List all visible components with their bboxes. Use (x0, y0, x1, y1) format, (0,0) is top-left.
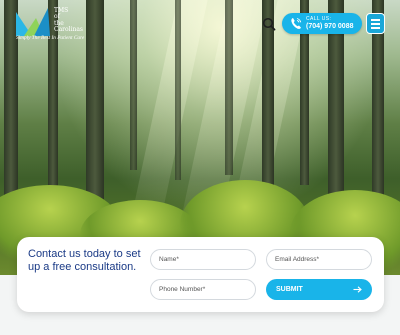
phone-icon (291, 18, 302, 29)
menu-bar (371, 27, 380, 29)
tree-trunk (225, 0, 233, 175)
hamburger-menu-icon[interactable] (366, 13, 385, 34)
email-field[interactable] (266, 249, 372, 270)
search-icon[interactable] (262, 17, 276, 31)
submit-button[interactable]: SUBMIT (266, 279, 372, 300)
call-us-button[interactable]: CALL US: (704) 970 0088 (282, 13, 362, 34)
phone-field[interactable] (150, 279, 256, 300)
logo-text: TMS of the Carolinas (54, 7, 94, 34)
logo-text-line: Carolinas (54, 26, 84, 34)
submit-label: SUBMIT (276, 286, 303, 293)
logo-mark-icon (16, 8, 50, 36)
logo-tagline: Simply The Best In Patient Care (16, 35, 85, 41)
tree-trunk (175, 0, 181, 180)
name-field[interactable] (150, 249, 256, 270)
phone-number[interactable]: (704) 970 0088 (306, 23, 353, 30)
menu-bar (371, 19, 380, 21)
menu-bar (371, 23, 380, 25)
arrow-right-icon (353, 286, 362, 293)
form-headline: Contact us today to set up a free consul… (28, 248, 141, 273)
contact-form-card: Contact us today to set up a free consul… (17, 237, 384, 312)
tree-trunk (130, 0, 137, 170)
call-us-label: CALL US: (306, 16, 332, 22)
